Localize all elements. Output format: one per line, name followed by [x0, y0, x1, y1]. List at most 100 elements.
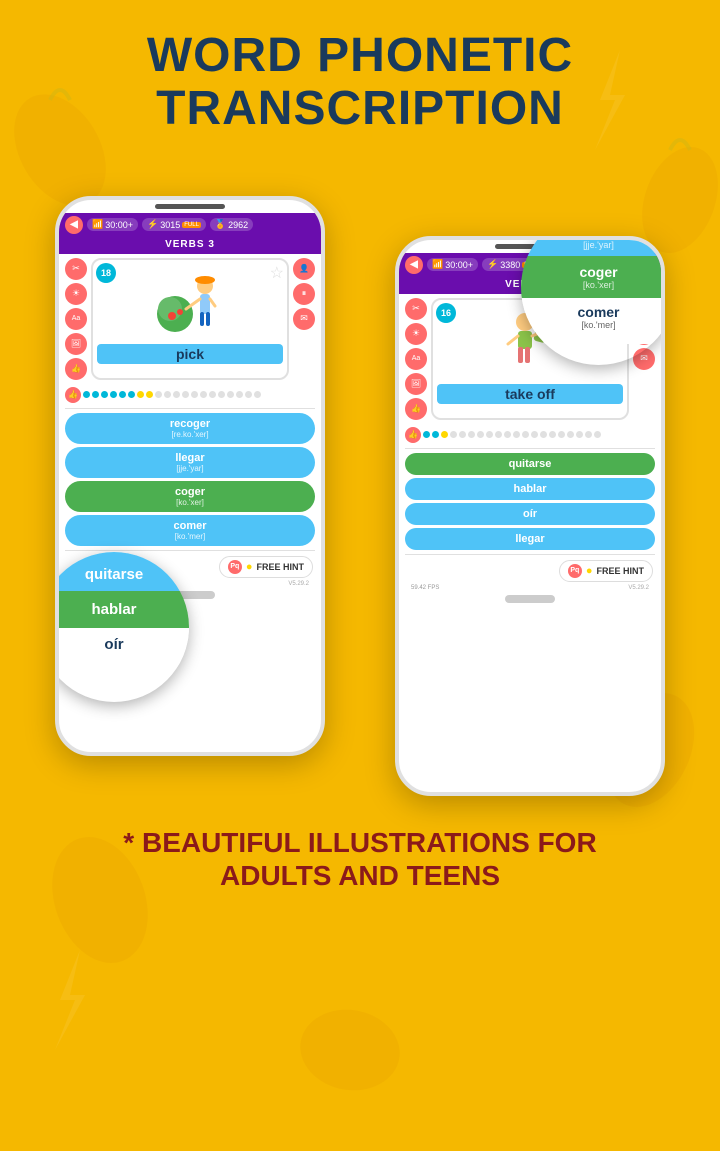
- tab-label-left: VERBS 3: [59, 237, 321, 254]
- progress-dots-left: 👍: [59, 384, 321, 406]
- bubble-right-item-3: comer [ko.'mer]: [521, 298, 665, 344]
- dot-10: [164, 391, 171, 398]
- back-button-right[interactable]: ◀: [405, 256, 423, 274]
- progress-dots-right: 👍: [399, 424, 661, 446]
- rdot-7: [477, 431, 484, 438]
- rdot-4: [450, 431, 457, 438]
- answer-3-right[interactable]: oír: [405, 503, 655, 525]
- answer-4-left[interactable]: comer [ko.'mer]: [65, 515, 315, 546]
- rdot-9: [495, 431, 502, 438]
- pause-icon-btn[interactable]: ⏸: [293, 283, 315, 305]
- answer-2-left[interactable]: llegar [jje.'yar]: [65, 447, 315, 478]
- back-button-left[interactable]: ◀: [65, 216, 83, 234]
- hint-button-right[interactable]: Pq ● FREE HINT: [559, 560, 653, 582]
- rdot-12: [522, 431, 529, 438]
- phone-icon-btn[interactable]: 👤: [293, 258, 315, 280]
- hint-row-right: Pq ● FREE HINT: [399, 557, 661, 585]
- rdot-19: [585, 431, 592, 438]
- coins-item-left: 🏅 2962: [210, 218, 253, 231]
- score-item-left: ⚡ 3015 FULL: [142, 218, 206, 231]
- rdot-2: [432, 431, 439, 438]
- wifi-icon-right: 📶: [432, 259, 443, 270]
- home-button-right[interactable]: [505, 595, 555, 603]
- sun-icon-btn[interactable]: ☀: [65, 283, 87, 305]
- answer-3-left[interactable]: coger [ko.'xer]: [65, 481, 315, 512]
- font-icon-btn-r[interactable]: Aa: [405, 348, 427, 370]
- font-icon-btn[interactable]: Aa: [65, 308, 87, 330]
- page-title: WORD PHONETIC TRANSCRIPTION: [20, 30, 700, 136]
- bottom-line-1: * BEAUTIFUL ILLUSTRATIONS FOR: [20, 826, 700, 860]
- divider-right: [405, 448, 655, 449]
- bubble-left-item-3: oír: [55, 628, 189, 667]
- hint-button-left[interactable]: Pq ● FREE HINT: [219, 556, 313, 578]
- envelope-icon-btn[interactable]: ✉: [293, 308, 315, 330]
- rdot-14: [540, 431, 547, 438]
- answer-4-right[interactable]: llegar: [405, 528, 655, 550]
- dot-5: [119, 391, 126, 398]
- phones-row: ◀ 📶 30:00+ ⚡ 3015 FULL 🏅 2962 VERBS: [20, 156, 700, 796]
- thumb-progress-right[interactable]: 👍: [405, 427, 421, 443]
- bubble-right: llegar [jje.'yar] coger [ko.'xer] comer …: [521, 236, 665, 365]
- rdot-11: [513, 431, 520, 438]
- card-number-left: 18: [96, 263, 116, 283]
- dot-20: [254, 391, 261, 398]
- answer-options-left[interactable]: recoger [re.ko.'xer] llegar [jje.'yar] c…: [59, 411, 321, 548]
- time-item-left: 📶 30:00+: [87, 218, 138, 231]
- dot-6: [128, 391, 135, 398]
- phone-right: ◀ 📶 30:00+ ⚡ 3380 FULL 🏅 2702 VERBS: [395, 236, 665, 796]
- dot-11: [173, 391, 180, 398]
- dot-15: [209, 391, 216, 398]
- rdot-8: [486, 431, 493, 438]
- dot-4: [110, 391, 117, 398]
- image-icon-btn-r[interactable]: 🖼: [405, 373, 427, 395]
- hint-icon-right: Pq: [568, 564, 582, 578]
- bubble-right-item-1: llegar [jje.'yar]: [521, 236, 665, 256]
- card-illustration-left: [150, 264, 230, 344]
- dot-19: [245, 391, 252, 398]
- fps-right: 59.42 FPS: [405, 585, 445, 591]
- dot-17: [227, 391, 234, 398]
- phone-bottom-right: [399, 591, 661, 611]
- thumb-icon-btn-r[interactable]: 👍: [405, 398, 427, 420]
- card-image-left: [97, 264, 283, 344]
- thumb-icon-btn[interactable]: 👍: [65, 358, 87, 380]
- scissors-icon-btn[interactable]: ✂: [65, 258, 87, 280]
- rdot-3: [441, 431, 448, 438]
- answer-options-right[interactable]: quitarse hablar oír llegar: [399, 451, 661, 552]
- rdot-13: [531, 431, 538, 438]
- card-number-right: 16: [436, 303, 456, 323]
- card-star-left[interactable]: ☆: [270, 263, 284, 283]
- dot-1: [83, 391, 90, 398]
- page-title-section: WORD PHONETIC TRANSCRIPTION: [0, 0, 720, 146]
- rdot-17: [567, 431, 574, 438]
- phone-left: ◀ 📶 30:00+ ⚡ 3015 FULL 🏅 2962 VERBS: [55, 196, 325, 756]
- answer-1-left[interactable]: recoger [re.ko.'xer]: [65, 413, 315, 444]
- bubble-left-item-2: hablar: [55, 591, 189, 628]
- card-area-left: ✂ ☀ Aa 🖼 👍 18 ☆: [59, 254, 321, 384]
- bottom-text-section: * BEAUTIFUL ILLUSTRATIONS FOR ADULTS AND…: [0, 806, 720, 923]
- image-icon-btn[interactable]: 🖼: [65, 333, 87, 355]
- answer-1-right[interactable]: quitarse: [405, 453, 655, 475]
- card-left-icons: ✂ ☀ Aa 🖼 👍: [65, 258, 87, 380]
- dot-3: [101, 391, 108, 398]
- card-word-left: pick: [97, 344, 283, 364]
- medal-icon-left: 🏅: [215, 219, 226, 230]
- bubble-left-item-1: quitarse: [55, 552, 189, 591]
- main-content: ◀ 📶 30:00+ ⚡ 3015 FULL 🏅 2962 VERBS: [0, 146, 720, 806]
- card-left-icons-right: ✂ ☀ Aa 🖼 👍: [405, 298, 427, 420]
- dot-13: [191, 391, 198, 398]
- hint-coin-right: ●: [586, 565, 593, 577]
- scissors-icon-btn-r[interactable]: ✂: [405, 298, 427, 320]
- thumb-progress-left[interactable]: 👍: [65, 387, 81, 403]
- rdot-18: [576, 431, 583, 438]
- phone-speaker-left: [155, 204, 225, 209]
- dot-12: [182, 391, 189, 398]
- divider-left: [65, 408, 315, 409]
- rdot-5: [459, 431, 466, 438]
- sun-icon-btn-r[interactable]: ☀: [405, 323, 427, 345]
- answer-2-right[interactable]: hablar: [405, 478, 655, 500]
- lightning-icon-left: ⚡: [147, 219, 158, 230]
- dot-18: [236, 391, 243, 398]
- dot-8: [146, 391, 153, 398]
- rdot-15: [549, 431, 556, 438]
